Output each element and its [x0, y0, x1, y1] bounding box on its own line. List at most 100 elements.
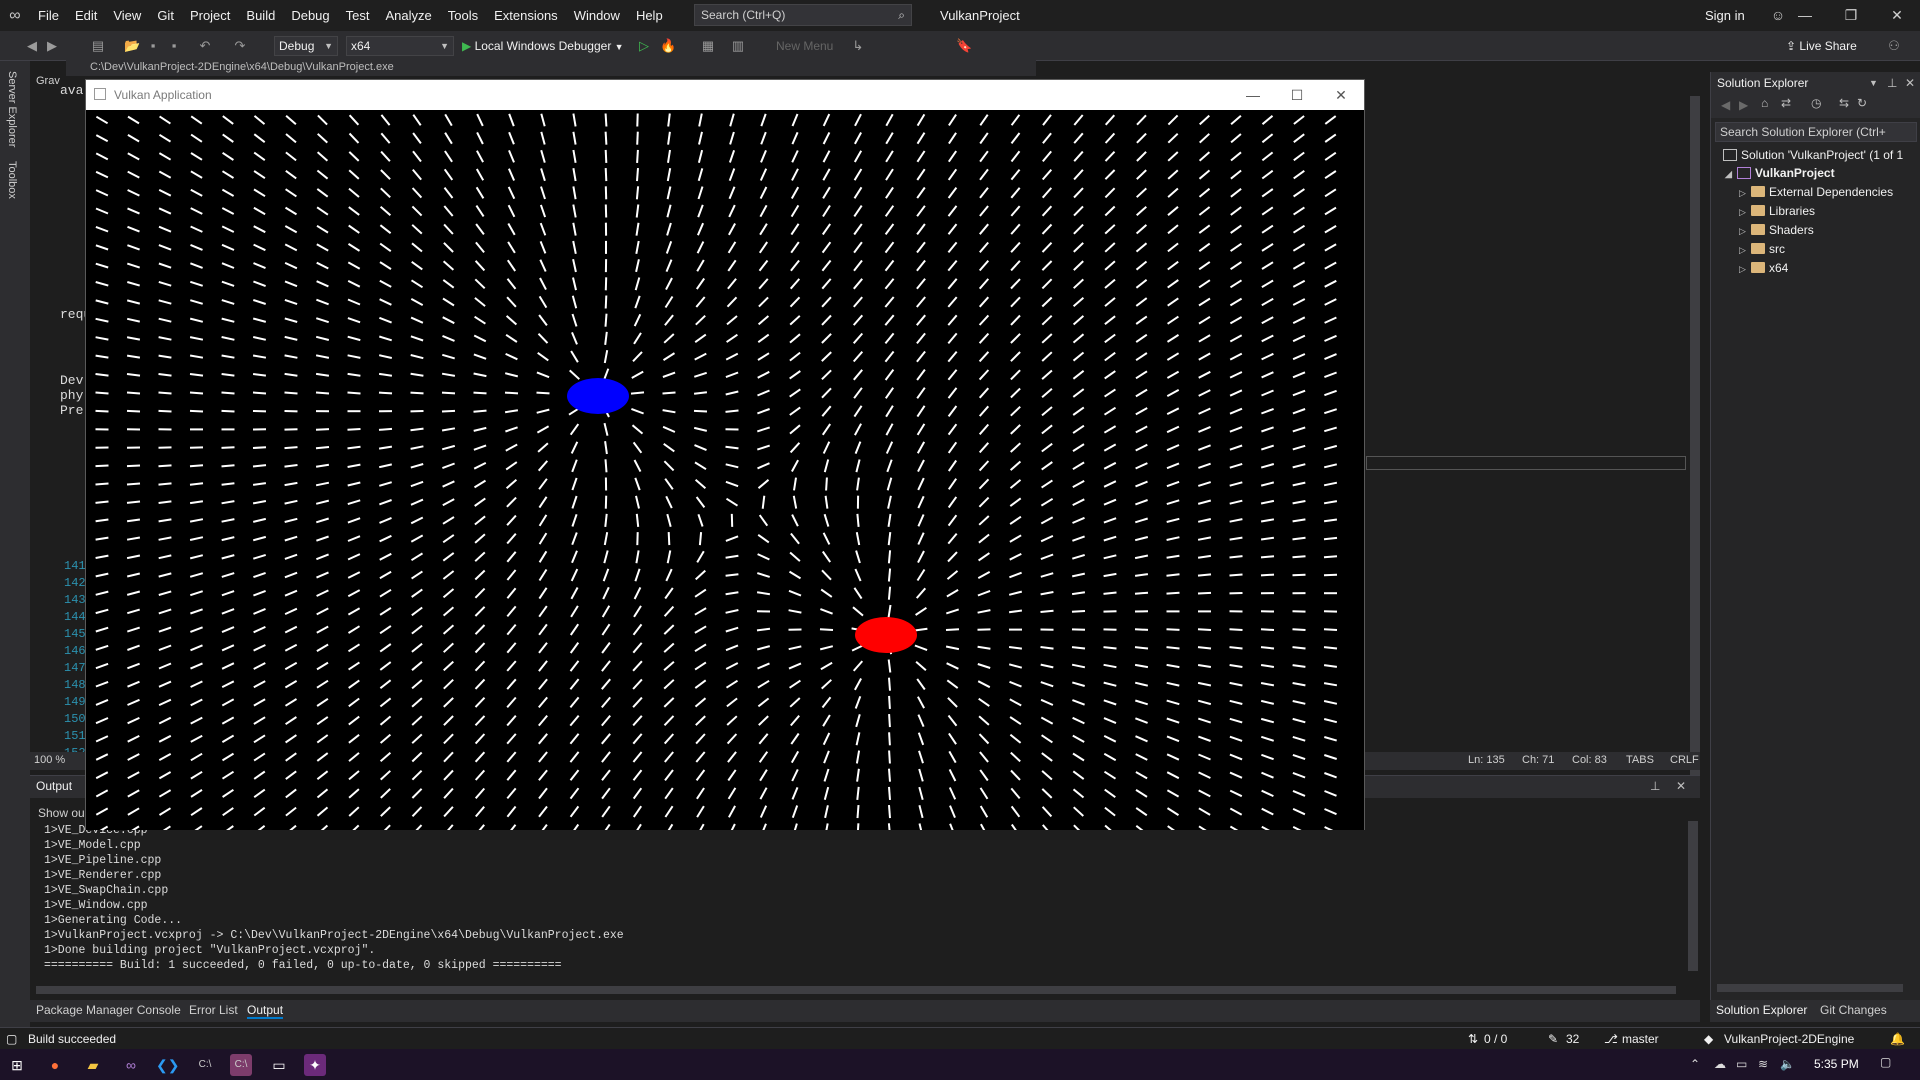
expand-arrow-icon[interactable]: ▷ — [1739, 226, 1751, 237]
bookmark-icon[interactable]: 🔖 — [956, 38, 972, 54]
indent-mode[interactable]: TABS — [1626, 754, 1654, 766]
line-ending[interactable]: CRLF — [1670, 754, 1699, 766]
expand-arrow-icon[interactable]: ▷ — [1739, 207, 1751, 218]
tab-git-changes[interactable]: Git Changes — [1820, 1003, 1887, 1017]
menu-project[interactable]: Project — [182, 0, 238, 31]
close-icon[interactable]: ✕ — [1874, 0, 1920, 31]
tab-output[interactable]: Output — [247, 1003, 284, 1019]
menu-analyze[interactable]: Analyze — [377, 0, 439, 31]
gravity-vector-field[interactable] — [86, 110, 1364, 830]
menu-tools[interactable]: Tools — [440, 0, 486, 31]
repo-name[interactable]: VulkanProject-2DEngine — [1724, 1032, 1854, 1046]
layout-icon[interactable]: ▥ — [730, 38, 746, 54]
menu-debug[interactable]: Debug — [283, 0, 337, 31]
pin-icon[interactable]: ⊥ — [1650, 779, 1660, 793]
minimize-icon[interactable]: — — [1782, 0, 1828, 31]
menu-view[interactable]: View — [105, 0, 149, 31]
menu-git[interactable]: Git — [149, 0, 182, 31]
start-without-debugging-icon[interactable]: ▷ — [636, 38, 652, 54]
vulkan-maximize-icon[interactable]: ☐ — [1274, 80, 1320, 110]
forward-icon[interactable]: ▶ — [1739, 98, 1748, 112]
menu-extensions[interactable]: Extensions — [486, 0, 566, 31]
server-explorer-tab[interactable]: Server Explorer — [6, 71, 18, 147]
visual-studio-logo-icon[interactable]: ∞ — [0, 0, 30, 31]
project-node[interactable]: ◢ VulkanProject — [1725, 166, 1835, 180]
battery-icon[interactable]: ▭ — [1736, 1057, 1747, 1071]
configuration-select[interactable]: Debug ▼ — [274, 36, 338, 56]
volume-icon[interactable]: 🔈 — [1780, 1057, 1795, 1071]
dropdown-icon[interactable]: ▼ — [1869, 72, 1878, 94]
sync-icon[interactable]: ⇆ — [1839, 96, 1849, 110]
open-file-icon[interactable]: 📂 — [124, 38, 140, 54]
menu-build[interactable]: Build — [238, 0, 283, 31]
tree-item-x64[interactable]: ▷ x64 — [1739, 261, 1788, 275]
menu-edit[interactable]: Edit — [67, 0, 105, 31]
collapse-arrow-icon[interactable]: ◢ — [1725, 169, 1737, 180]
tab-solution-explorer[interactable]: Solution Explorer — [1716, 1003, 1807, 1017]
sync-counts[interactable]: 0 / 0 — [1484, 1032, 1507, 1046]
menu-test[interactable]: Test — [338, 0, 378, 31]
navigate-forward-icon[interactable]: ▶ — [44, 38, 60, 54]
close-panel-icon[interactable]: ✕ — [1676, 779, 1686, 793]
terminal-icon[interactable]: C:\ — [194, 1054, 216, 1076]
menu-window[interactable]: Window — [566, 0, 628, 31]
clock[interactable]: 5:35 PM — [1814, 1057, 1859, 1071]
branch-name[interactable]: master — [1622, 1032, 1659, 1046]
action-center-icon[interactable]: ▢ — [1880, 1055, 1891, 1069]
back-icon[interactable]: ◀ — [1721, 98, 1730, 112]
editor-tab-fragment[interactable]: Grav — [36, 75, 60, 87]
restore-icon[interactable]: ❐ — [1828, 0, 1874, 31]
vulkan-minimize-icon[interactable]: — — [1230, 80, 1276, 110]
editor-vertical-scrollbar[interactable] — [1690, 96, 1700, 796]
start-icon[interactable]: ⊞ — [6, 1054, 28, 1076]
feedback-person-icon[interactable]: ⚇ — [1886, 38, 1902, 54]
expand-arrow-icon[interactable]: ▷ — [1739, 188, 1751, 199]
console-app-icon[interactable]: C:\ — [230, 1054, 252, 1076]
save-all-icon[interactable]: ▪ — [166, 38, 182, 54]
visual-studio-icon[interactable]: ∞ — [120, 1054, 142, 1076]
refresh-icon[interactable]: ↻ — [1857, 96, 1867, 110]
toolbox-tab[interactable]: Toolbox — [6, 161, 18, 199]
tray-chevron-icon[interactable]: ⌃ — [1690, 1057, 1700, 1071]
firefox-icon[interactable]: ● — [44, 1054, 66, 1076]
solution-node[interactable]: Solution 'VulkanProject' (1 of 1 — [1723, 148, 1903, 162]
output-horizontal-scrollbar[interactable] — [36, 986, 1676, 994]
search-input[interactable]: Search (Ctrl+Q) ⌕ — [694, 4, 912, 26]
tree-item-shaders[interactable]: ▷ Shaders — [1739, 223, 1814, 237]
menu-file[interactable]: File — [30, 0, 67, 31]
menu-help[interactable]: Help — [628, 0, 671, 31]
navigate-back-icon[interactable]: ◀ — [24, 38, 40, 54]
live-share-button[interactable]: ⇪ Live Share — [1786, 36, 1857, 56]
vulkan-app-icon[interactable]: ▭ — [268, 1054, 290, 1076]
tree-item-src[interactable]: ▷ src — [1739, 242, 1785, 256]
pin-icon[interactable]: ⊥ — [1887, 72, 1897, 94]
step-icon[interactable]: ↳ — [850, 38, 866, 54]
home-icon[interactable]: ⌂ — [1761, 96, 1768, 110]
expand-arrow-icon[interactable]: ▷ — [1739, 245, 1751, 256]
onedrive-icon[interactable]: ☁ — [1714, 1057, 1726, 1071]
vulkan-close-icon[interactable]: ✕ — [1318, 80, 1364, 110]
new-menu-button[interactable]: New Menu — [776, 36, 833, 56]
solution-explorer-scrollbar[interactable] — [1717, 984, 1903, 992]
undo-icon[interactable]: ↶ — [197, 38, 213, 54]
file-explorer-icon[interactable]: ▰ — [82, 1054, 104, 1076]
close-icon[interactable]: ✕ — [1905, 72, 1915, 94]
tree-item-libraries[interactable]: ▷ Libraries — [1739, 204, 1815, 218]
new-project-icon[interactable]: ▤ — [90, 38, 106, 54]
browse-icon[interactable]: ▦ — [700, 38, 716, 54]
zoom-level[interactable]: 100 % — [34, 754, 65, 766]
hot-reload-icon[interactable]: 🔥 — [660, 38, 676, 54]
vulkan-window-titlebar[interactable]: Vulkan Application — ☐ ✕ — [86, 80, 1364, 110]
feather-app-icon[interactable]: ✦ — [304, 1054, 326, 1076]
sign-in-link[interactable]: Sign in — [1705, 0, 1745, 31]
vulkan-application-window[interactable]: Vulkan Application — ☐ ✕ — [85, 79, 1365, 830]
redo-icon[interactable]: ↷ — [232, 38, 248, 54]
start-debugger-button[interactable]: ▶ Local Windows Debugger ▼ — [462, 36, 624, 56]
tab-package-manager-console[interactable]: Package Manager Console — [36, 1003, 181, 1017]
pending-changes-filter-icon[interactable]: ◷ — [1811, 96, 1821, 110]
expand-arrow-icon[interactable]: ▷ — [1739, 264, 1751, 275]
output-vertical-scrollbar[interactable] — [1688, 821, 1698, 971]
save-icon[interactable]: ▪ — [145, 38, 161, 54]
console-window-titlebar[interactable]: C:\Dev\VulkanProject-2DEngine\x64\Debug\… — [66, 58, 1036, 76]
tree-item-external-dependencies[interactable]: ▷ External Dependencies — [1739, 185, 1893, 199]
